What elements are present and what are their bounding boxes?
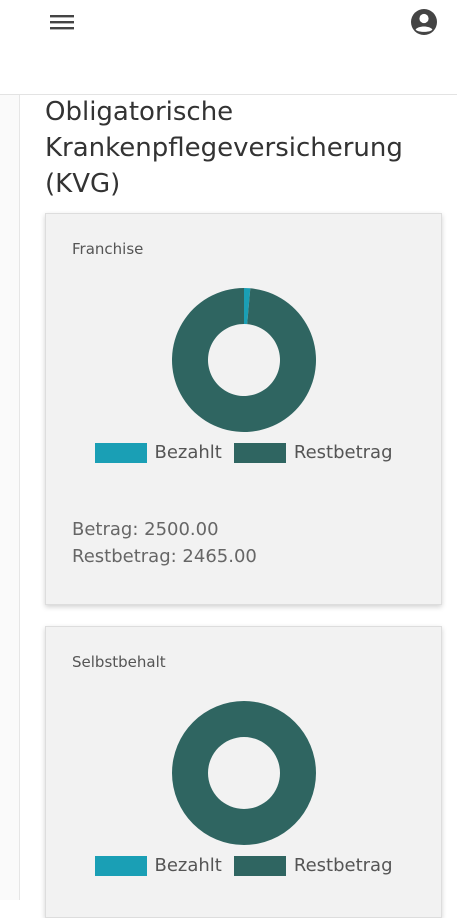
amount-summary: Betrag: 2500.00 Restbetrag: 2465.00 <box>72 516 257 570</box>
legend-label-bezahlt: Bezahlt <box>154 855 222 876</box>
legend-label-restbetrag: Restbetrag <box>293 855 393 876</box>
franchise-donut-chart <box>171 288 316 432</box>
card-title: Selbstbehalt <box>72 653 166 671</box>
restbetrag-text: Restbetrag: 2465.00 <box>72 546 257 567</box>
menu-button[interactable] <box>44 8 80 40</box>
top-app-bar <box>0 0 457 95</box>
franchise-card: Franchise Bezahlt Restbetrag Betrag: 250… <box>45 213 442 605</box>
selbstbehalt-card: Selbstbehalt Bezahlt Restbetrag <box>45 626 442 918</box>
legend-label-restbetrag: Restbetrag <box>293 442 393 463</box>
chart-legend: Bezahlt Restbetrag <box>46 442 441 463</box>
left-rail <box>0 0 20 900</box>
selbstbehalt-donut-chart <box>172 701 316 845</box>
legend-swatch-restbetrag <box>233 442 286 463</box>
donut-slice-restbetrag[interactable] <box>171 288 316 432</box>
legend-swatch-bezahlt <box>94 855 147 876</box>
chart-legend: Bezahlt Restbetrag <box>46 855 441 876</box>
card-title: Franchise <box>72 240 144 258</box>
legend-swatch-bezahlt <box>94 442 147 463</box>
legend-item-bezahlt[interactable]: Bezahlt <box>94 442 222 463</box>
page-title: Obligatorische Krankenpflegeversicherung… <box>45 97 403 199</box>
menu-icon <box>49 12 75 37</box>
legend-item-restbetrag[interactable]: Restbetrag <box>233 855 393 876</box>
legend-item-restbetrag[interactable]: Restbetrag <box>233 442 393 463</box>
legend-item-bezahlt[interactable]: Bezahlt <box>94 855 222 876</box>
donut-slice-restbetrag[interactable] <box>172 701 316 845</box>
legend-swatch-restbetrag <box>233 855 286 876</box>
account-button[interactable] <box>406 8 442 40</box>
legend-label-bezahlt: Bezahlt <box>154 442 222 463</box>
betrag-text: Betrag: 2500.00 <box>72 519 219 540</box>
account-circle-icon <box>410 8 438 41</box>
